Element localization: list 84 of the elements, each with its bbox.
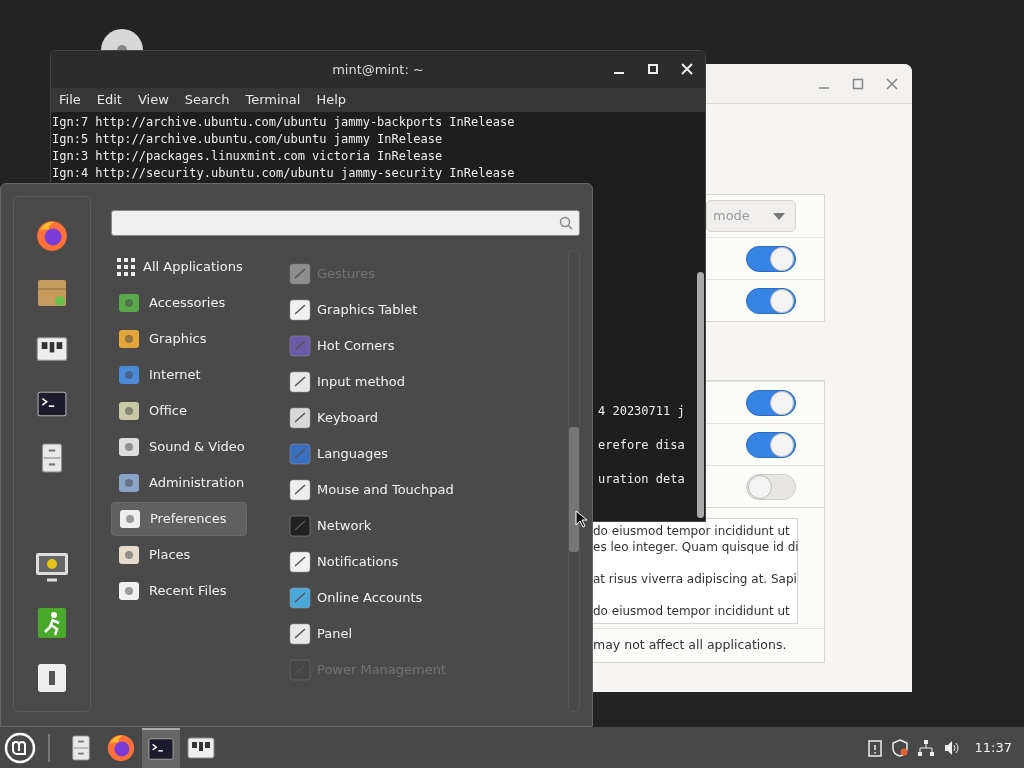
grid-icon bbox=[117, 258, 135, 276]
app-item[interactable]: Mouse and Touchpad bbox=[289, 478, 568, 502]
scrollbar-thumb[interactable] bbox=[696, 272, 704, 518]
firefox-icon[interactable] bbox=[35, 219, 69, 253]
category-icon bbox=[117, 579, 141, 603]
terminal-icon[interactable] bbox=[37, 389, 67, 419]
app-item[interactable]: Graphics Tablet bbox=[289, 298, 568, 322]
app-item[interactable]: Network bbox=[289, 514, 568, 538]
category-icon bbox=[117, 399, 141, 423]
toggle-switch[interactable] bbox=[746, 389, 796, 416]
app-icon bbox=[289, 263, 311, 285]
terminal-line: Ign:7 http://archive.ubuntu.com/ubuntu jammy-backports InRelease bbox=[51, 114, 516, 131]
app-icon bbox=[289, 371, 311, 393]
toggle-switch[interactable] bbox=[746, 287, 796, 314]
toggle-switch[interactable] bbox=[746, 245, 796, 272]
app-icon bbox=[289, 623, 311, 645]
category-item[interactable]: All Applications bbox=[111, 250, 247, 284]
footer-note: may not affect all applications. bbox=[593, 636, 787, 655]
category-item[interactable]: Administration bbox=[111, 466, 247, 500]
app-item[interactable]: Input method bbox=[289, 370, 568, 394]
category-item[interactable]: Places bbox=[111, 538, 247, 572]
app-icon bbox=[289, 299, 311, 321]
network-icon[interactable] bbox=[916, 738, 935, 757]
category-icon bbox=[117, 327, 141, 351]
text-view[interactable]: do eiusmod tempor incididunt ut es leo integer. Quam quisque id di at risus viverra adipiscing at. Sapi do eiusmod tempor incididunt ut bbox=[593, 518, 798, 624]
category-icon bbox=[117, 291, 141, 315]
category-item[interactable]: Preferences bbox=[111, 502, 247, 536]
terminal-line: Ign:5 http://archive.ubuntu.com/ubuntu jammy InRelease bbox=[51, 131, 444, 148]
clipboard-icon[interactable] bbox=[866, 738, 883, 757]
category-icon bbox=[117, 435, 141, 459]
category-item[interactable]: Sound & Video bbox=[111, 430, 247, 464]
terminal-icon[interactable] bbox=[148, 735, 174, 762]
category-item[interactable]: Accessories bbox=[111, 286, 247, 320]
taskbar-button[interactable] bbox=[142, 727, 180, 768]
app-item[interactable]: Panel bbox=[289, 622, 568, 646]
terminal-line: uration deta bbox=[598, 471, 686, 488]
terminal-line: erefore disa bbox=[598, 437, 686, 454]
app-item[interactable]: Online Accounts bbox=[289, 586, 568, 610]
terminal-line: Ign:4 http://security.ubuntu.com/ubuntu jammy-security InRelease bbox=[51, 165, 516, 182]
app-item[interactable]: Languages bbox=[289, 442, 568, 466]
caret-icon bbox=[773, 212, 785, 220]
text-line: do eiusmod tempor incididunt ut bbox=[593, 603, 791, 619]
category-icon bbox=[117, 363, 141, 387]
terminal-line: Ign:3 http://packages.linuxmint.com victoria InRelease bbox=[51, 148, 444, 165]
app-item[interactable]: Notifications bbox=[289, 550, 568, 574]
app-icon bbox=[289, 659, 311, 681]
terminal-line: 4 20230711 j bbox=[598, 403, 686, 420]
category-item[interactable]: Graphics bbox=[111, 322, 247, 356]
menu-item[interactable]: Terminal bbox=[245, 90, 301, 110]
app-icon bbox=[289, 335, 311, 357]
scrollbar-thumb[interactable] bbox=[569, 427, 579, 552]
text-line: do eiusmod tempor incididunt ut bbox=[593, 523, 791, 539]
package-icon[interactable] bbox=[36, 277, 68, 309]
menu-item[interactable]: View bbox=[137, 90, 169, 110]
window-title: mint@mint: ~ bbox=[332, 60, 424, 79]
app-icon bbox=[289, 551, 311, 573]
app-icon bbox=[289, 515, 311, 537]
power-switch-icon[interactable] bbox=[37, 663, 67, 693]
category-icon bbox=[117, 543, 141, 567]
exit-icon[interactable] bbox=[37, 607, 67, 639]
category-item[interactable]: Internet bbox=[111, 358, 247, 392]
search-icon bbox=[559, 216, 573, 230]
app-icon bbox=[289, 443, 311, 465]
menu-item[interactable]: Edit bbox=[96, 90, 122, 110]
menu-item[interactable]: Help bbox=[316, 90, 347, 110]
app-item[interactable]: Hot Corners bbox=[289, 334, 568, 358]
app-icon bbox=[289, 479, 311, 501]
monitor-lock-icon[interactable] bbox=[35, 551, 69, 583]
app-icon bbox=[289, 407, 311, 429]
text-line: at risus viverra adipiscing at. Sapi bbox=[593, 571, 795, 587]
app-icon bbox=[289, 587, 311, 609]
category-item[interactable]: Recent Files bbox=[111, 574, 247, 608]
mint-logo-icon[interactable] bbox=[4, 731, 36, 764]
toggle-switch[interactable] bbox=[746, 431, 796, 458]
search-field[interactable] bbox=[111, 210, 580, 236]
clock[interactable]: 11:37 bbox=[974, 737, 1012, 758]
menu-item[interactable]: File bbox=[59, 90, 81, 110]
mouse-pointer-icon bbox=[575, 510, 587, 528]
category-item[interactable]: Office bbox=[111, 394, 247, 428]
app-item[interactable]: Keyboard bbox=[289, 406, 568, 430]
category-icon bbox=[117, 471, 141, 495]
shield-icon[interactable] bbox=[890, 738, 909, 757]
category-icon bbox=[118, 507, 142, 531]
menu-item[interactable]: Search bbox=[184, 90, 230, 110]
